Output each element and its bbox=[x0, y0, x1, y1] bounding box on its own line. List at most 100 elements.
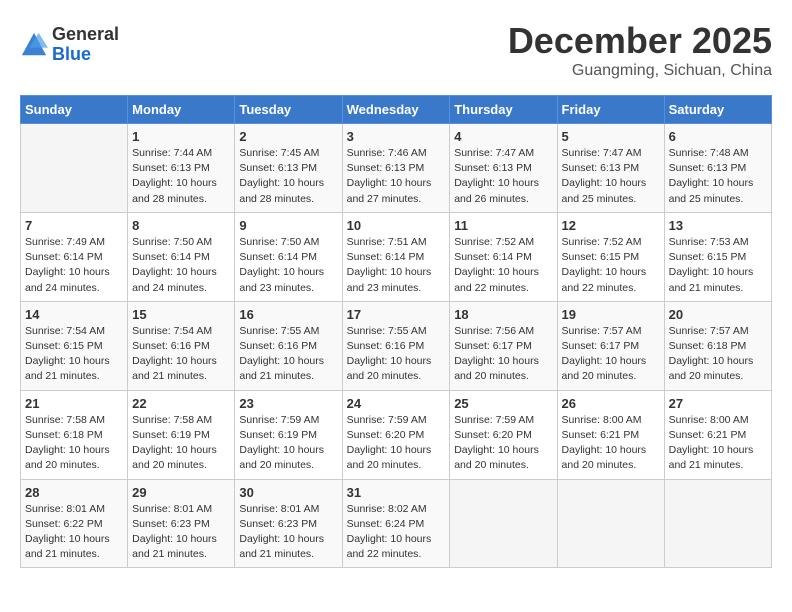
day-number: 3 bbox=[347, 129, 446, 144]
header-cell-tuesday: Tuesday bbox=[235, 96, 342, 124]
day-info: Sunrise: 7:55 AMSunset: 6:16 PMDaylight:… bbox=[239, 324, 337, 385]
calendar-table: SundayMondayTuesdayWednesdayThursdayFrid… bbox=[20, 95, 772, 568]
header-cell-saturday: Saturday bbox=[664, 96, 771, 124]
day-number: 28 bbox=[25, 485, 123, 500]
day-number: 29 bbox=[132, 485, 230, 500]
day-cell: 25Sunrise: 7:59 AMSunset: 6:20 PMDayligh… bbox=[450, 390, 557, 479]
day-info: Sunrise: 7:44 AMSunset: 6:13 PMDaylight:… bbox=[132, 146, 230, 207]
day-cell: 26 Sunrise: 8:00 AMSunset: 6:21 PMDayligh… bbox=[557, 390, 664, 479]
day-info: Sunrise: 7:56 AMSunset: 6:17 PMDaylight:… bbox=[454, 324, 552, 385]
day-cell: 22 Sunrise: 7:58 AMSunset: 6:19 PMDayligh… bbox=[128, 390, 235, 479]
day-cell: 20 Sunrise: 7:57 AMSunset: 6:18 PMDayligh… bbox=[664, 301, 771, 390]
title-area: December 2025 Guangming, Sichuan, China bbox=[508, 20, 772, 80]
day-info: Sunrise: 8:01 AMSunset: 6:23 PMDaylight:… bbox=[239, 502, 337, 563]
day-cell: 11 Sunrise: 7:52 AMSunset: 6:14 PMDayligh… bbox=[450, 212, 557, 301]
day-cell bbox=[21, 124, 128, 213]
day-cell: 2 Sunrise: 7:45 AMSunset: 6:13 PMDaylight… bbox=[235, 124, 342, 213]
day-info: Sunrise: 7:59 AMSunset: 6:19 PMDaylight:… bbox=[239, 413, 337, 474]
day-info: Sunrise: 8:00 AMSunset: 6:21 PMDaylight:… bbox=[669, 413, 767, 474]
day-cell: 17 Sunrise: 7:55 AMSunset: 6:16 PMDayligh… bbox=[342, 301, 450, 390]
day-cell bbox=[557, 479, 664, 568]
header-row: SundayMondayTuesdayWednesdayThursdayFrid… bbox=[21, 96, 772, 124]
day-cell: 10Sunrise: 7:51 AMSunset: 6:14 PMDayligh… bbox=[342, 212, 450, 301]
day-number: 15 bbox=[132, 307, 230, 322]
day-number: 2 bbox=[239, 129, 337, 144]
week-row-4: 21 Sunrise: 7:58 AMSunset: 6:18 PMDayligh… bbox=[21, 390, 772, 479]
day-info: Sunrise: 7:45 AMSunset: 6:13 PMDaylight:… bbox=[239, 146, 337, 207]
day-number: 20 bbox=[669, 307, 767, 322]
day-cell: 8 Sunrise: 7:50 AMSunset: 6:14 PMDaylight… bbox=[128, 212, 235, 301]
day-info: Sunrise: 7:59 AMSunset: 6:20 PMDaylight:… bbox=[347, 413, 446, 474]
day-number: 26 bbox=[562, 396, 660, 411]
day-cell: 13Sunrise: 7:53 AMSunset: 6:15 PMDayligh… bbox=[664, 212, 771, 301]
day-number: 25 bbox=[454, 396, 552, 411]
day-number: 7 bbox=[25, 218, 123, 233]
header-cell-monday: Monday bbox=[128, 96, 235, 124]
week-row-1: 1 Sunrise: 7:44 AMSunset: 6:13 PMDaylight… bbox=[21, 124, 772, 213]
logo-text: General Blue bbox=[52, 25, 119, 65]
day-cell: 31 Sunrise: 8:02 AMSunset: 6:24 PMDayligh… bbox=[342, 479, 450, 568]
header-cell-wednesday: Wednesday bbox=[342, 96, 450, 124]
day-info: Sunrise: 7:46 AMSunset: 6:13 PMDaylight:… bbox=[347, 146, 446, 207]
day-info: Sunrise: 7:47 AMSunset: 6:13 PMDaylight:… bbox=[562, 146, 660, 207]
day-number: 30 bbox=[239, 485, 337, 500]
day-cell: 7Sunrise: 7:49 AMSunset: 6:14 PMDaylight… bbox=[21, 212, 128, 301]
day-cell: 3 Sunrise: 7:46 AMSunset: 6:13 PMDaylight… bbox=[342, 124, 450, 213]
day-number: 11 bbox=[454, 218, 552, 233]
calendar-header: SundayMondayTuesdayWednesdayThursdayFrid… bbox=[21, 96, 772, 124]
week-row-3: 14 Sunrise: 7:54 AMSunset: 6:15 PMDayligh… bbox=[21, 301, 772, 390]
day-info: Sunrise: 7:54 AMSunset: 6:16 PMDaylight:… bbox=[132, 324, 230, 385]
day-number: 24 bbox=[347, 396, 446, 411]
day-number: 16 bbox=[239, 307, 337, 322]
day-number: 10 bbox=[347, 218, 446, 233]
day-cell: 18 Sunrise: 7:56 AMSunset: 6:17 PMDayligh… bbox=[450, 301, 557, 390]
day-info: Sunrise: 7:47 AMSunset: 6:13 PMDaylight:… bbox=[454, 146, 552, 207]
day-cell: 28 Sunrise: 8:01 AMSunset: 6:22 PMDayligh… bbox=[21, 479, 128, 568]
day-info: Sunrise: 8:01 AMSunset: 6:22 PMDaylight:… bbox=[25, 502, 123, 563]
logo: General Blue bbox=[20, 25, 119, 65]
week-row-2: 7Sunrise: 7:49 AMSunset: 6:14 PMDaylight… bbox=[21, 212, 772, 301]
day-number: 27 bbox=[669, 396, 767, 411]
day-info: Sunrise: 7:58 AMSunset: 6:19 PMDaylight:… bbox=[132, 413, 230, 474]
day-cell: 15 Sunrise: 7:54 AMSunset: 6:16 PMDayligh… bbox=[128, 301, 235, 390]
day-cell: 14 Sunrise: 7:54 AMSunset: 6:15 PMDayligh… bbox=[21, 301, 128, 390]
day-number: 21 bbox=[25, 396, 123, 411]
logo-blue-text: Blue bbox=[52, 45, 119, 65]
day-number: 14 bbox=[25, 307, 123, 322]
month-title: December 2025 bbox=[508, 20, 772, 62]
day-cell bbox=[450, 479, 557, 568]
day-info: Sunrise: 8:01 AMSunset: 6:23 PMDaylight:… bbox=[132, 502, 230, 563]
day-info: Sunrise: 7:57 AMSunset: 6:18 PMDaylight:… bbox=[669, 324, 767, 385]
day-cell: 16 Sunrise: 7:55 AMSunset: 6:16 PMDayligh… bbox=[235, 301, 342, 390]
header-cell-sunday: Sunday bbox=[21, 96, 128, 124]
day-cell: 1 Sunrise: 7:44 AMSunset: 6:13 PMDaylight… bbox=[128, 124, 235, 213]
day-info: Sunrise: 7:50 AMSunset: 6:14 PMDaylight:… bbox=[132, 235, 230, 296]
day-info: Sunrise: 7:57 AMSunset: 6:17 PMDaylight:… bbox=[562, 324, 660, 385]
day-cell: 4Sunrise: 7:47 AMSunset: 6:13 PMDaylight… bbox=[450, 124, 557, 213]
day-info: Sunrise: 8:00 AMSunset: 6:21 PMDaylight:… bbox=[562, 413, 660, 474]
day-number: 17 bbox=[347, 307, 446, 322]
day-info: Sunrise: 7:48 AMSunset: 6:13 PMDaylight:… bbox=[669, 146, 767, 207]
day-number: 31 bbox=[347, 485, 446, 500]
day-info: Sunrise: 7:50 AMSunset: 6:14 PMDaylight:… bbox=[239, 235, 337, 296]
day-info: Sunrise: 7:54 AMSunset: 6:15 PMDaylight:… bbox=[25, 324, 123, 385]
day-info: Sunrise: 7:52 AMSunset: 6:15 PMDaylight:… bbox=[562, 235, 660, 296]
day-number: 22 bbox=[132, 396, 230, 411]
calendar-body: 1 Sunrise: 7:44 AMSunset: 6:13 PMDaylight… bbox=[21, 124, 772, 568]
day-number: 1 bbox=[132, 129, 230, 144]
day-cell: 27 Sunrise: 8:00 AMSunset: 6:21 PMDayligh… bbox=[664, 390, 771, 479]
day-info: Sunrise: 7:52 AMSunset: 6:14 PMDaylight:… bbox=[454, 235, 552, 296]
day-number: 5 bbox=[562, 129, 660, 144]
day-number: 8 bbox=[132, 218, 230, 233]
day-number: 18 bbox=[454, 307, 552, 322]
day-cell: 12Sunrise: 7:52 AMSunset: 6:15 PMDayligh… bbox=[557, 212, 664, 301]
day-info: Sunrise: 7:55 AMSunset: 6:16 PMDaylight:… bbox=[347, 324, 446, 385]
day-cell: 5 Sunrise: 7:47 AMSunset: 6:13 PMDaylight… bbox=[557, 124, 664, 213]
day-info: Sunrise: 7:58 AMSunset: 6:18 PMDaylight:… bbox=[25, 413, 123, 474]
day-cell: 24 Sunrise: 7:59 AMSunset: 6:20 PMDayligh… bbox=[342, 390, 450, 479]
location-title: Guangming, Sichuan, China bbox=[508, 62, 772, 80]
day-cell: 9Sunrise: 7:50 AMSunset: 6:14 PMDaylight… bbox=[235, 212, 342, 301]
day-info: Sunrise: 8:02 AMSunset: 6:24 PMDaylight:… bbox=[347, 502, 446, 563]
day-info: Sunrise: 7:53 AMSunset: 6:15 PMDaylight:… bbox=[669, 235, 767, 296]
header-cell-thursday: Thursday bbox=[450, 96, 557, 124]
